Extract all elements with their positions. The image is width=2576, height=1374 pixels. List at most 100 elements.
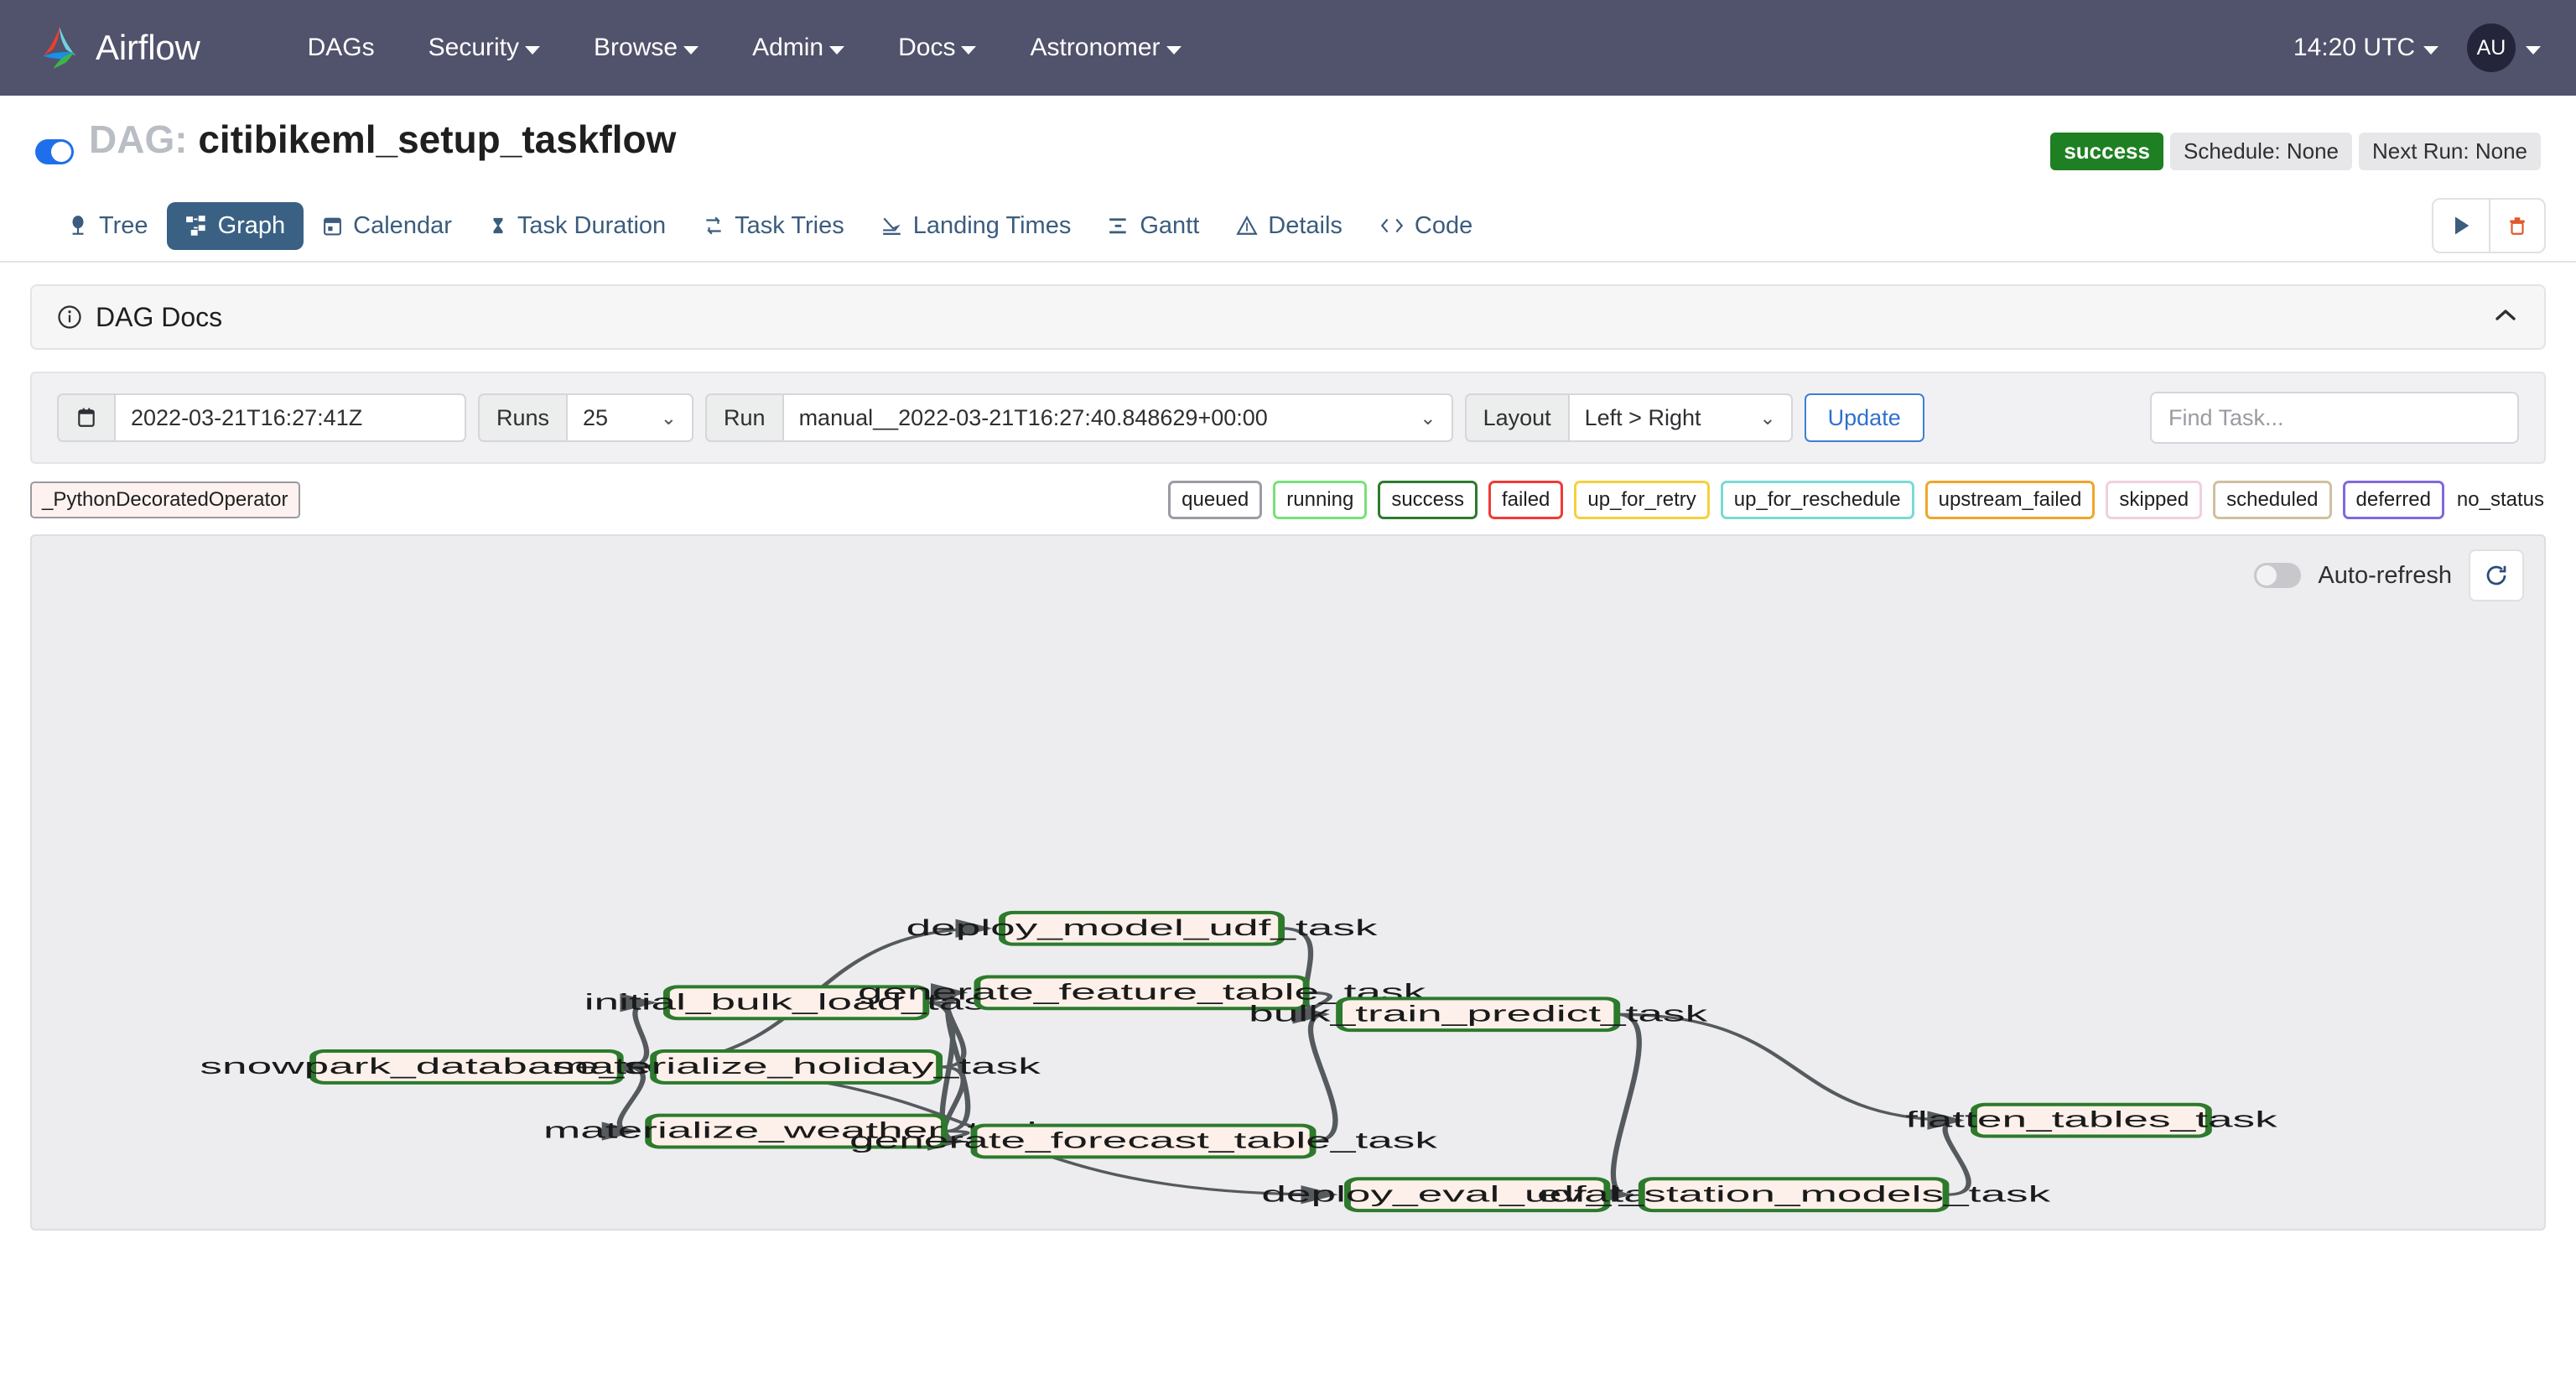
layout-select[interactable]: Left > Right ⌄ [1567, 393, 1793, 442]
status-chip-scheduled: scheduled [2213, 481, 2332, 519]
graph-node[interactable]: eval_station_models_task [1537, 1177, 2051, 1213]
layout-group: Layout Left > Right ⌄ [1464, 393, 1793, 442]
chevron-down-icon: ⌄ [660, 406, 678, 429]
dag-title-prefix: DAG: [89, 117, 188, 161]
graph-nodes[interactable]: snowpark_database_setupinitial_bulk_load… [200, 910, 2278, 1213]
details-icon [1236, 216, 1258, 235]
calendar-icon [324, 217, 342, 236]
page-title: DAG: citibikeml_setup_taskflow [89, 117, 676, 162]
runs-label-text: Runs [496, 404, 550, 430]
status-chip-failed: failed [1488, 481, 1564, 519]
tab-label: Task Duration [517, 211, 667, 239]
execution-date-value: 2022-03-21T16:27:41Z [131, 404, 363, 430]
graph-node[interactable]: generate_forecast_table_task [849, 1123, 1438, 1159]
status-badge[interactable]: success [2050, 133, 2163, 170]
execution-date-input[interactable]: 2022-03-21T16:27:41Z [114, 393, 466, 442]
gantt-icon [1109, 218, 1126, 234]
avatar: AU [2467, 23, 2516, 72]
trash-icon [2510, 217, 2525, 235]
collapse-chevron-up-icon[interactable] [2492, 307, 2519, 328]
dag-view-tabs: Tree Graph Calendar Task Duration Task T… [0, 190, 2576, 263]
navbar-right: 14:20 UTC AU [2293, 23, 2541, 72]
run-select[interactable]: manual__2022-03-21T16:27:40.848629+00:00… [782, 393, 1453, 442]
tab-label: Details [1268, 211, 1343, 239]
dag-docs-title: DAG Docs [96, 301, 223, 332]
top-navbar: Airflow DAGs Security Browse Admin Docs … [0, 0, 2576, 96]
dag-name: citibikeml_setup_taskflow [198, 117, 677, 161]
brand-home-link[interactable]: Airflow [35, 22, 200, 74]
tab-task-tries[interactable]: Task Tries [684, 202, 863, 250]
layout-label-text: Layout [1483, 404, 1551, 430]
nav-item-browse[interactable]: Browse [567, 34, 725, 62]
dag-graph-canvas[interactable]: Auto-refresh snowpark_database_setup init… [30, 534, 2546, 1231]
chevron-down-icon [2526, 45, 2541, 55]
nav-label: Browse [594, 34, 678, 61]
trigger-dag-button[interactable] [2433, 200, 2489, 252]
tab-calendar[interactable]: Calendar [304, 202, 470, 250]
runs-label: Runs [478, 393, 567, 442]
operator-legend-chip: _PythonDecoratedOperator [30, 481, 300, 518]
nav-label: Docs [898, 34, 956, 61]
graph-node[interactable]: flatten_tables_task [1905, 1102, 2278, 1138]
brand-text: Airflow [96, 28, 200, 67]
chevron-down-icon [2423, 45, 2438, 55]
manual-refresh-button[interactable] [2469, 549, 2524, 601]
nav-item-dags[interactable]: DAGs [281, 34, 402, 62]
nav-item-astronomer[interactable]: Astronomer [1003, 34, 1208, 62]
layout-value: Left > Right [1584, 404, 1701, 430]
tab-label: Code [1414, 211, 1473, 239]
tab-tree[interactable]: Tree [49, 202, 167, 250]
find-task-placeholder: Find Task... [2168, 404, 2284, 430]
calendar-icon [78, 408, 95, 427]
chevron-down-icon [1166, 45, 1182, 55]
nav-item-security[interactable]: Security [402, 34, 567, 62]
tab-graph[interactable]: Graph [166, 201, 304, 250]
run-label-text: Run [724, 404, 766, 430]
runs-select[interactable]: 25 ⌄ [566, 393, 694, 442]
graph-node-label: flatten_tables_task [1905, 1107, 2278, 1132]
dag-docs-panel-header[interactable]: DAG Docs [30, 284, 2546, 350]
auto-refresh-toggle[interactable] [2254, 563, 2302, 588]
tab-code[interactable]: Code [1361, 202, 1491, 250]
tab-task-duration[interactable]: Task Duration [470, 202, 684, 250]
calendar-button[interactable] [57, 393, 114, 442]
status-chip-success: success [1378, 481, 1478, 519]
utc-clock-menu[interactable]: 14:20 UTC [2293, 34, 2438, 62]
dag-graph-svg[interactable]: snowpark_database_setupinitial_bulk_load… [32, 536, 2544, 1229]
runs-value: 25 [583, 404, 609, 430]
chevron-down-icon [961, 45, 977, 55]
find-task-input[interactable]: Find Task... [2150, 392, 2519, 444]
tab-details[interactable]: Details [1218, 202, 1361, 250]
tab-landing-times[interactable]: Landing Times [863, 202, 1090, 250]
layout-label: Layout [1464, 393, 1568, 442]
status-chip-skipped: skipped [2106, 481, 2203, 519]
tab-label: Gantt [1140, 211, 1200, 239]
graph-node-label: bulk_train_predict_task [1249, 1001, 1708, 1026]
tab-label: Tree [99, 211, 148, 239]
graph-node[interactable]: bulk_train_predict_task [1249, 997, 1708, 1033]
graph-refresh-controls: Auto-refresh [2254, 549, 2524, 601]
dag-pause-toggle[interactable] [35, 139, 74, 164]
chevron-down-icon [829, 45, 845, 55]
delete-dag-button[interactable] [2489, 200, 2544, 252]
tab-gantt[interactable]: Gantt [1089, 202, 1218, 250]
dag-status-badges: success Schedule: None Next Run: None [2050, 133, 2541, 170]
nav-label: DAGs [307, 34, 375, 61]
nav-item-docs[interactable]: Docs [871, 34, 1003, 62]
update-button[interactable]: Update [1804, 393, 1924, 442]
status-chip-queued: queued [1168, 481, 1263, 519]
status-chip-up-for-retry: up_for_retry [1574, 481, 1710, 519]
nav-links: DAGs Security Browse Admin Docs Astronom… [281, 34, 1208, 62]
run-group: Run manual__2022-03-21T16:27:40.848629+0… [705, 393, 1453, 442]
retry-icon [706, 216, 721, 235]
graph-node[interactable]: materialize_holiday_task [552, 1049, 1041, 1085]
airflow-logo-icon [43, 26, 76, 70]
graph-edge [1595, 1012, 1642, 1205]
tab-label: Landing Times [912, 211, 1072, 239]
user-menu[interactable]: AU [2467, 23, 2541, 72]
nav-item-admin[interactable]: Admin [725, 34, 871, 62]
nav-label: Security [428, 34, 520, 61]
graph-node[interactable]: deploy_model_udf_task [906, 910, 1379, 946]
refresh-icon [2486, 565, 2506, 586]
landing-icon [882, 217, 901, 236]
